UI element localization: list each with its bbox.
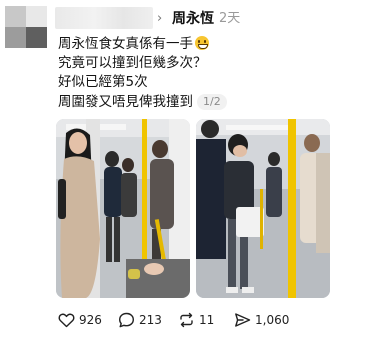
repost-icon: [180, 312, 193, 328]
post-photo-1[interactable]: [56, 119, 190, 298]
comment-count: 213: [139, 313, 162, 327]
post-text-line-1: 周永恆食女真係有一手: [58, 36, 209, 53]
post-text-line-3: 好似已經第5次: [58, 74, 148, 90]
chevron-right-icon: ›: [157, 11, 163, 26]
grinning-face-emoji: [195, 36, 209, 50]
avatar[interactable]: [5, 6, 47, 48]
mentioned-author[interactable]: 周永恆: [172, 11, 214, 27]
blurred-username[interactable]: [55, 7, 153, 29]
send-icon: [235, 313, 251, 327]
heart-icon: [58, 313, 75, 328]
repost-count: 11: [199, 313, 215, 327]
comment-bubble-icon: [119, 312, 134, 328]
like-count: 926: [79, 313, 102, 327]
share-count: 1,060: [255, 313, 290, 327]
post-text-line-2: 究竟可以撞到佢幾多次？: [58, 55, 207, 71]
post-timestamp: 2天: [219, 11, 241, 26]
post-photo-2[interactable]: [196, 119, 330, 298]
image-counter: 1/2: [197, 94, 227, 110]
post-text-line-4: 周圍發又唔見俾我撞到: [58, 94, 193, 110]
